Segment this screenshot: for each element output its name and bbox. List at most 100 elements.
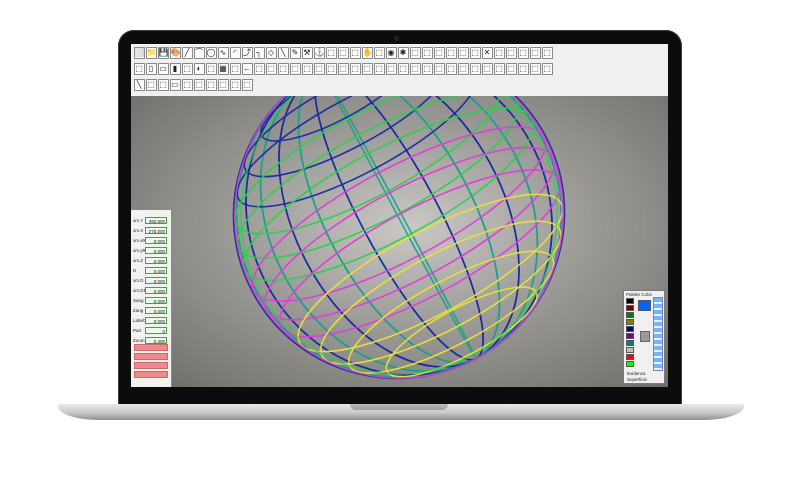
toolbar-button-row1-25[interactable]: ⬚ [433,47,445,59]
toolbar-button-row2-26[interactable]: ⬚ [445,63,457,75]
coord-value-field[interactable]: 0.000 [145,306,167,314]
toolbar-button-row1-26[interactable]: ⬚ [445,47,457,59]
toolbar-button-row2-8[interactable]: ⬚ [229,63,241,75]
toolbar-button-row1-6[interactable]: ◯ [205,47,217,59]
toolbar-button-row2-33[interactable]: ⬚ [529,63,541,75]
toolbar-button-row1-3[interactable]: 🎨 [169,47,181,59]
toolbar-button-row2-17[interactable]: ⬚ [337,63,349,75]
toolbar-button-row2-21[interactable]: ⬚ [385,63,397,75]
toolbar-button-row3-9[interactable]: ⬚ [241,79,253,91]
toolbar-button-row2-2[interactable]: ▭ [157,63,169,75]
palette-swatch[interactable] [626,326,634,332]
toolbar-button-row1-0[interactable]: ⬜ [133,47,145,59]
toolbar-button-row1-19[interactable]: ✋ [361,47,373,59]
toolbar-button-row2-5[interactable]: ◐ [193,63,205,75]
coord-value-field[interactable]: 0.000 [145,316,167,324]
toolbar-button-row1-16[interactable]: ⬚ [325,47,337,59]
toolbar-button-row2-7[interactable]: ▦ [217,63,229,75]
palette-swatch[interactable] [626,312,634,318]
toolbar-button-row2-16[interactable]: ⬚ [325,63,337,75]
drawing-canvas[interactable] [131,48,668,387]
palette-swatch[interactable] [626,361,634,367]
toolbar-button-row2-18[interactable]: ⬚ [349,63,361,75]
toolbar-button-row1-22[interactable]: ✱ [397,47,409,59]
toolbar-button-row3-3[interactable]: ▭ [169,79,181,91]
palette-swatch[interactable] [626,298,634,304]
palette-swatch[interactable] [626,347,634,353]
toolbar-button-row1-32[interactable]: ⬚ [517,47,529,59]
panel-action-button[interactable] [134,344,168,351]
toolbar-button-row1-21[interactable]: ◉ [385,47,397,59]
toolbar-button-row2-30[interactable]: ⬚ [493,63,505,75]
evidenza-checkbox-label[interactable]: Evidenza [627,371,646,376]
panel-action-button[interactable] [134,362,168,369]
coord-value-field[interactable]: 0 [145,326,167,334]
toolbar-button-row1-4[interactable]: ╱ [181,47,193,59]
coord-value-field[interactable]: 0.000 [145,276,167,284]
palette-slider[interactable] [640,331,650,342]
toolbar-button-row1-7[interactable]: ∿ [217,47,229,59]
toolbar-button-row1-12[interactable]: ╲ [277,47,289,59]
toolbar-button-row2-13[interactable]: ⬚ [289,63,301,75]
toolbar-button-row1-9[interactable]: ⤴ [241,47,253,59]
toolbar-button-row3-0[interactable]: ╲ [133,79,145,91]
toolbar-button-row3-1[interactable]: ⬚ [145,79,157,91]
toolbar-button-row1-11[interactable]: ◇ [265,47,277,59]
selected-color-swatch[interactable] [638,300,651,311]
toolbar-button-row2-10[interactable]: ⬚ [253,63,265,75]
color-ramp[interactable] [653,297,663,371]
toolbar-button-row1-34[interactable]: ⬚ [541,47,553,59]
toolbar-button-row3-7[interactable]: ⬚ [217,79,229,91]
coord-value-field[interactable]: 0.000 [145,256,167,264]
toolbar-button-row2-20[interactable]: ⬚ [373,63,385,75]
toolbar-button-row2-32[interactable]: ⬚ [517,63,529,75]
coord-value-field[interactable]: 275.000 [145,226,167,234]
palette-swatch[interactable] [626,354,634,360]
toolbar-button-row1-5[interactable]: ⌒ [193,47,205,59]
toolbar-button-row1-13[interactable]: ✎ [289,47,301,59]
toolbar-button-row1-2[interactable]: 💾 [157,47,169,59]
toolbar-button-row1-18[interactable]: ⬚ [349,47,361,59]
toolbar-button-row3-6[interactable]: ⬚ [205,79,217,91]
toolbar-button-row2-14[interactable]: ⬚ [301,63,313,75]
panel-action-button[interactable] [134,371,168,378]
toolbar-button-row3-5[interactable]: ⬚ [193,79,205,91]
superficie-checkbox-label[interactable]: Superficie [627,377,647,382]
toolbar-button-row2-4[interactable]: ⬚ [181,63,193,75]
toolbar-button-row1-23[interactable]: ⬚ [409,47,421,59]
toolbar-button-row1-17[interactable]: ⬚ [337,47,349,59]
toolbar-button-row3-8[interactable]: ⬚ [229,79,241,91]
toolbar-button-row1-31[interactable]: ⬚ [505,47,517,59]
toolbar-button-row1-14[interactable]: ⚒ [301,47,313,59]
coord-value-field[interactable]: 0.000 [145,266,167,274]
toolbar-button-row2-34[interactable]: ⬚ [541,63,553,75]
toolbar-button-row2-12[interactable]: ⬚ [277,63,289,75]
toolbar-button-row2-25[interactable]: ⬚ [433,63,445,75]
panel-action-button[interactable] [134,353,168,360]
toolbar-button-row2-1[interactable]: ▯ [145,63,157,75]
palette-swatch[interactable] [626,340,634,346]
toolbar-button-row1-20[interactable]: ⬚ [373,47,385,59]
toolbar-button-row2-27[interactable]: ⬚ [457,63,469,75]
toolbar-button-row2-6[interactable]: ⬚ [205,63,217,75]
toolbar-button-row1-1[interactable]: 📁 [145,47,157,59]
toolbar-button-row2-24[interactable]: ⬚ [421,63,433,75]
toolbar-button-row2-15[interactable]: ⬚ [313,63,325,75]
toolbar-button-row1-10[interactable]: ┐ [253,47,265,59]
coord-value-field[interactable]: 0.000 [145,296,167,304]
toolbar-button-row3-2[interactable]: ⬚ [157,79,169,91]
toolbar-button-row2-29[interactable]: ⬚ [481,63,493,75]
palette-swatch[interactable] [626,305,634,311]
toolbar-button-row1-27[interactable]: ⬚ [457,47,469,59]
coord-value-field[interactable]: 0.000 [145,286,167,294]
coord-value-field[interactable]: 492.500 [145,216,167,224]
coord-value-field[interactable]: 0.400 [145,336,167,344]
coord-value-field[interactable]: 0.000 [145,236,167,244]
palette-swatch[interactable] [626,319,634,325]
toolbar-button-row1-28[interactable]: ⬚ [469,47,481,59]
toolbar-button-row2-11[interactable]: ⬚ [265,63,277,75]
toolbar-button-row2-3[interactable]: ▮ [169,63,181,75]
toolbar-button-row2-31[interactable]: ⬚ [505,63,517,75]
toolbar-button-row1-30[interactable]: ⬚ [493,47,505,59]
toolbar-button-row2-28[interactable]: ⬚ [469,63,481,75]
